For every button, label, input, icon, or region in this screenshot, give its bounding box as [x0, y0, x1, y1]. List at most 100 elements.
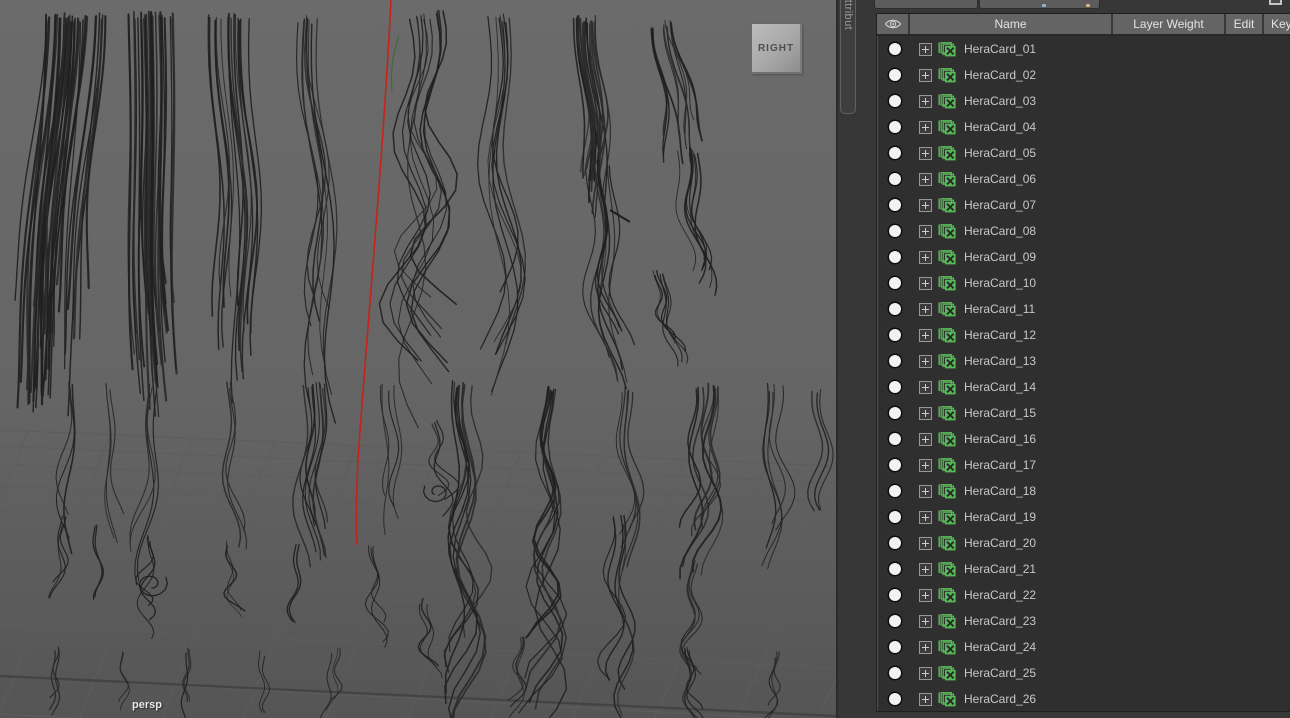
- visibility-toggle[interactable]: [889, 615, 901, 627]
- expand-icon[interactable]: [919, 380, 932, 394]
- shape-row[interactable]: HeraCard_18: [877, 478, 1290, 504]
- expand-icon[interactable]: [919, 484, 932, 498]
- visibility-toggle[interactable]: [889, 667, 901, 679]
- expand-icon[interactable]: [919, 172, 932, 186]
- visibility-toggle[interactable]: [889, 407, 901, 419]
- visibility-toggle[interactable]: [889, 277, 901, 289]
- shape-row[interactable]: HeraCard_05: [877, 140, 1290, 166]
- expand-icon[interactable]: [919, 562, 932, 576]
- shape-name[interactable]: HeraCard_20: [964, 536, 1036, 550]
- expand-icon[interactable]: [919, 302, 932, 316]
- shape-name[interactable]: HeraCard_12: [964, 328, 1036, 342]
- visibility-toggle[interactable]: [889, 381, 901, 393]
- expand-icon[interactable]: [919, 354, 932, 368]
- shape-row[interactable]: HeraCard_09: [877, 244, 1290, 270]
- shape-name[interactable]: HeraCard_15: [964, 406, 1036, 420]
- shape-row[interactable]: HeraCard_12: [877, 322, 1290, 348]
- shape-row[interactable]: HeraCard_19: [877, 504, 1290, 530]
- shape-row[interactable]: HeraCard_26: [877, 686, 1290, 711]
- visibility-toggle[interactable]: [889, 121, 901, 133]
- visibility-toggle[interactable]: [889, 693, 901, 705]
- toolbar-button-stub[interactable]: [874, 0, 978, 9]
- shape-row[interactable]: HeraCard_02: [877, 62, 1290, 88]
- shape-name[interactable]: HeraCard_16: [964, 432, 1036, 446]
- expand-icon[interactable]: [919, 640, 932, 654]
- expand-icon[interactable]: [919, 224, 932, 238]
- expand-icon[interactable]: [919, 588, 932, 602]
- shape-name[interactable]: HeraCard_07: [964, 198, 1036, 212]
- shape-name[interactable]: HeraCard_14: [964, 380, 1036, 394]
- visibility-toggle[interactable]: [889, 641, 901, 653]
- shape-row[interactable]: HeraCard_03: [877, 88, 1290, 114]
- shape-row[interactable]: HeraCard_16: [877, 426, 1290, 452]
- visibility-toggle[interactable]: [889, 225, 901, 237]
- expand-icon[interactable]: [919, 146, 932, 160]
- expand-icon[interactable]: [919, 692, 932, 706]
- expand-icon[interactable]: [919, 276, 932, 290]
- shape-name[interactable]: HeraCard_21: [964, 562, 1036, 576]
- shape-row[interactable]: HeraCard_14: [877, 374, 1290, 400]
- expand-icon[interactable]: [919, 120, 932, 134]
- visibility-toggle[interactable]: [889, 589, 901, 601]
- viewport-3d[interactable]: RIGHT persp: [0, 0, 836, 718]
- expand-icon[interactable]: [919, 614, 932, 628]
- shape-name[interactable]: HeraCard_18: [964, 484, 1036, 498]
- shape-name[interactable]: HeraCard_25: [964, 666, 1036, 680]
- visibility-toggle[interactable]: [889, 537, 901, 549]
- shape-row[interactable]: HeraCard_24: [877, 634, 1290, 660]
- shape-name[interactable]: HeraCard_23: [964, 614, 1036, 628]
- visibility-toggle[interactable]: [889, 95, 901, 107]
- visibility-toggle[interactable]: [889, 251, 901, 263]
- visibility-toggle[interactable]: [889, 355, 901, 367]
- shape-name[interactable]: HeraCard_06: [964, 172, 1036, 186]
- shape-name[interactable]: HeraCard_08: [964, 224, 1036, 238]
- shape-name[interactable]: HeraCard_11: [964, 302, 1035, 316]
- visibility-toggle[interactable]: [889, 303, 901, 315]
- visibility-toggle[interactable]: [889, 69, 901, 81]
- shape-name[interactable]: HeraCard_19: [964, 510, 1036, 524]
- visibility-toggle[interactable]: [889, 563, 901, 575]
- expand-icon[interactable]: [919, 198, 932, 212]
- shape-row[interactable]: HeraCard_23: [877, 608, 1290, 634]
- shape-name[interactable]: HeraCard_01: [964, 42, 1036, 56]
- shape-name[interactable]: HeraCard_24: [964, 640, 1036, 654]
- shape-row[interactable]: HeraCard_08: [877, 218, 1290, 244]
- shape-row[interactable]: HeraCard_25: [877, 660, 1290, 686]
- shape-name[interactable]: HeraCard_03: [964, 94, 1036, 108]
- expand-icon[interactable]: [919, 42, 932, 56]
- shape-name[interactable]: HeraCard_26: [964, 692, 1036, 706]
- visibility-toggle[interactable]: [889, 147, 901, 159]
- view-cube[interactable]: RIGHT: [752, 24, 802, 74]
- expand-icon[interactable]: [919, 328, 932, 342]
- shape-row[interactable]: HeraCard_22: [877, 582, 1290, 608]
- visibility-toggle[interactable]: [889, 173, 901, 185]
- shape-name[interactable]: HeraCard_09: [964, 250, 1036, 264]
- shape-row[interactable]: HeraCard_20: [877, 530, 1290, 556]
- shape-name[interactable]: HeraCard_22: [964, 588, 1036, 602]
- visibility-toggle[interactable]: [889, 199, 901, 211]
- shape-name[interactable]: HeraCard_10: [964, 276, 1036, 290]
- shape-row[interactable]: HeraCard_17: [877, 452, 1290, 478]
- window-icon[interactable]: [1269, 0, 1282, 5]
- expand-icon[interactable]: [919, 68, 932, 82]
- expand-icon[interactable]: [919, 406, 932, 420]
- shape-row[interactable]: HeraCard_15: [877, 400, 1290, 426]
- shape-row[interactable]: HeraCard_21: [877, 556, 1290, 582]
- shape-row[interactable]: HeraCard_07: [877, 192, 1290, 218]
- shape-row[interactable]: HeraCard_11: [877, 296, 1290, 322]
- shape-row[interactable]: HeraCard_06: [877, 166, 1290, 192]
- expand-icon[interactable]: [919, 536, 932, 550]
- shape-row[interactable]: HeraCard_04: [877, 114, 1290, 140]
- shape-name[interactable]: HeraCard_13: [964, 354, 1036, 368]
- visibility-toggle[interactable]: [889, 511, 901, 523]
- shape-row[interactable]: HeraCard_10: [877, 270, 1290, 296]
- shape-name[interactable]: HeraCard_05: [964, 146, 1036, 160]
- expand-icon[interactable]: [919, 250, 932, 264]
- shape-name[interactable]: HeraCard_02: [964, 68, 1036, 82]
- expand-icon[interactable]: [919, 432, 932, 446]
- shape-row[interactable]: HeraCard_13: [877, 348, 1290, 374]
- expand-icon[interactable]: [919, 666, 932, 680]
- expand-icon[interactable]: [919, 510, 932, 524]
- visibility-toggle[interactable]: [889, 459, 901, 471]
- visibility-toggle[interactable]: [889, 485, 901, 497]
